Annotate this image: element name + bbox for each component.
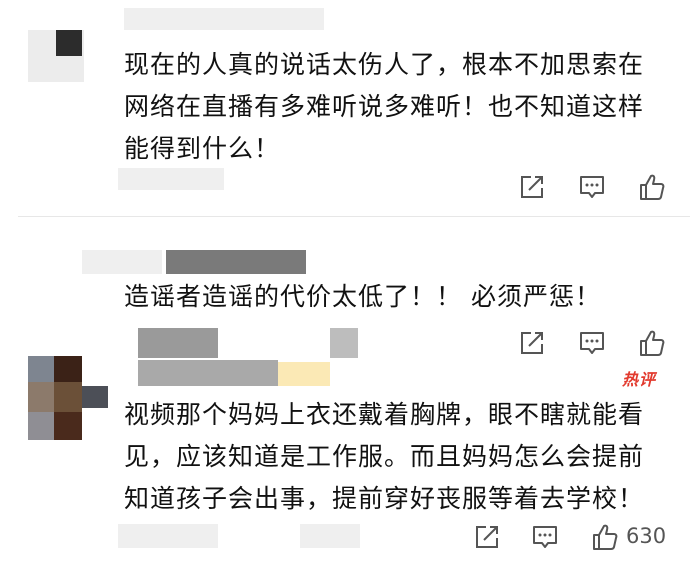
share-icon [517, 328, 547, 358]
comment-actions: 630 [470, 520, 680, 554]
timestamp-blurred [118, 168, 224, 190]
username-blurred [138, 328, 218, 358]
comment-icon [577, 172, 607, 202]
comment-3: 热评 视频那个妈妈上衣还戴着胸牌，眼不瞎就能看 见，应该知道是工作服。而且妈妈怎… [0, 328, 690, 563]
like-icon [590, 522, 620, 552]
hot-comment-badge: 热评 [622, 370, 657, 389]
like-icon [637, 172, 667, 202]
comment-icon [530, 522, 560, 552]
username-blurred [330, 328, 358, 358]
reply-button[interactable] [575, 326, 609, 360]
timestamp-blurred [300, 524, 360, 548]
like-button[interactable] [635, 326, 669, 360]
username-blurred [138, 360, 278, 386]
comment-actions [515, 326, 675, 360]
like-count: 630 [626, 524, 667, 548]
avatar[interactable] [28, 30, 84, 82]
like-button[interactable] [588, 520, 622, 554]
comment-text: 现在的人真的说话太伤人了，根本不加思索在 网络在直播有多难听说多难听！也不知道这… [124, 50, 645, 163]
timestamp-blurred [118, 524, 218, 548]
reply-button[interactable] [528, 520, 562, 554]
user-badge-blurred [278, 362, 330, 386]
username-blurred [82, 250, 162, 274]
share-button[interactable] [470, 520, 504, 554]
comment-actions [515, 170, 675, 204]
avatar[interactable] [28, 356, 108, 440]
share-icon [472, 522, 502, 552]
like-button[interactable] [635, 170, 669, 204]
comment-1: 现在的人真的说话太伤人了，根本不加思索在 网络在直播有多难听说多难听！也不知道这… [0, 0, 690, 215]
comment-icon [577, 328, 607, 358]
username-blurred [124, 8, 324, 30]
comment-text: 视频那个妈妈上衣还戴着胸牌，眼不瞎就能看 见，应该知道是工作服。而且妈妈怎么会提… [124, 400, 645, 513]
comment-text: 造谣者造谣的代价太低了！！ 必须严惩！ [124, 282, 601, 311]
share-button[interactable] [515, 326, 549, 360]
share-button[interactable] [515, 170, 549, 204]
share-icon [517, 172, 547, 202]
like-icon [637, 328, 667, 358]
username-blurred [166, 250, 306, 274]
reply-button[interactable] [575, 170, 609, 204]
